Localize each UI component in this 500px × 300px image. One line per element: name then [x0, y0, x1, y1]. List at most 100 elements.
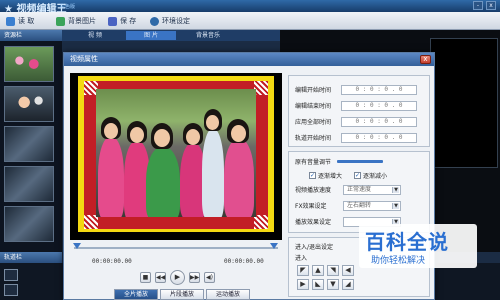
figure	[206, 115, 219, 130]
figure	[154, 129, 170, 147]
timing-row: 编辑开始时间 0 : 0 : 0 . 0	[295, 84, 425, 95]
timing-row: 应用全部时间 0 : 0 : 0 . 0	[295, 116, 425, 127]
total-time: 00:00:00.00	[224, 258, 264, 265]
figure	[231, 125, 246, 142]
speed-label: 视频播放速度	[295, 187, 332, 194]
arrow-up-icon[interactable]: ▲	[312, 265, 324, 276]
timeline-track	[74, 247, 278, 249]
env-settings-button[interactable]: 环境设定	[150, 15, 190, 27]
fast-forward-icon[interactable]: ▶▶	[189, 271, 200, 283]
filter-label: 播放效果设定	[295, 219, 332, 226]
bg-image-button[interactable]: 背景图片	[56, 15, 96, 27]
arrow-down-icon[interactable]: ▼	[327, 279, 339, 290]
film-icon[interactable]	[4, 284, 18, 296]
timing-label: 编辑结束时间	[295, 103, 332, 110]
resource-tabs: 视 频 图 片 背景音乐	[62, 30, 280, 41]
watermark-subtitle: 助你轻松解决	[371, 256, 426, 266]
main-preview-screen	[430, 38, 498, 168]
start-marker-handle[interactable]	[73, 243, 81, 249]
video-frame-image	[96, 89, 256, 217]
tab-segment-play[interactable]: 片段播放	[160, 289, 204, 300]
fx-select[interactable]: 左右翻转 ▼	[343, 200, 401, 211]
figure	[186, 129, 200, 145]
enter-exit-label: 进入/退出设定	[295, 244, 334, 251]
arrow-up-right-icon[interactable]: ◥	[327, 265, 339, 276]
fade-out-checkbox[interactable]: ✓	[354, 172, 362, 179]
timing-label: 应用全部时间	[295, 119, 332, 126]
save-button[interactable]: 保 存	[108, 15, 136, 27]
image-icon	[56, 16, 65, 26]
resource-thumbnail[interactable]	[4, 86, 54, 122]
fade-in-label: 逐渐增大	[318, 173, 343, 180]
minimize-button[interactable]: -	[473, 1, 483, 10]
watermark-title: 百科全说	[365, 230, 449, 254]
clock-icon[interactable]	[4, 269, 18, 281]
frame-ornament	[254, 215, 268, 229]
speed-row: 视频播放速度 正常速度 ▼	[295, 184, 401, 195]
dialog-close-button[interactable]: x	[420, 55, 431, 64]
resource-thumbnail[interactable]	[4, 46, 54, 82]
timeline-slider[interactable]	[73, 243, 278, 251]
tab-bg-music[interactable]: 背景音乐	[178, 31, 238, 40]
end-marker-handle[interactable]	[270, 243, 278, 249]
resource-thumbnail[interactable]	[4, 206, 54, 242]
app-logo-tag: 彩色版	[60, 4, 76, 10]
tab-image[interactable]: 图 片	[126, 31, 176, 40]
timing-input[interactable]: 0 : 0 : 0 . 0	[341, 116, 417, 127]
volume-slider[interactable]	[337, 160, 384, 163]
speed-select[interactable]: 正常速度 ▼	[343, 184, 401, 195]
main-toolbar: 读 取 背景图片 保 存 环境设定	[0, 12, 500, 30]
timing-label: 编辑开始时间	[295, 87, 332, 94]
volume-label: 原有音量调节	[295, 159, 332, 166]
gear-icon	[150, 16, 159, 26]
enter-exit-row: 进入/退出设定	[295, 241, 333, 252]
stop-icon[interactable]: ■	[140, 271, 151, 283]
timing-row: 轨道开始时间 0 : 0 : 0 . 0	[295, 132, 425, 143]
timing-input[interactable]: 0 : 0 : 0 . 0	[341, 84, 417, 95]
fade-row: ✓ 逐渐增大 ✓ 逐渐减小	[309, 170, 387, 181]
close-app-button[interactable]: x	[486, 1, 496, 10]
save-label: 保 存	[120, 17, 137, 25]
tab-motion-play[interactable]: 运动播放	[206, 289, 250, 300]
arrow-right-icon[interactable]: ▶	[297, 279, 309, 290]
resource-panel: 资源栏	[0, 30, 62, 252]
arrow-up-left-icon[interactable]: ◤	[297, 265, 309, 276]
fade-out-label: 逐渐减小	[363, 173, 388, 180]
play-icon[interactable]: ▶	[170, 269, 185, 285]
watermark-logo: 百科全说 助你轻松解决	[359, 224, 477, 268]
disk-icon	[108, 16, 117, 26]
resource-thumbnail[interactable]	[4, 126, 54, 162]
tab-video[interactable]: 视 频	[66, 31, 124, 40]
enter-row: 进入	[295, 252, 307, 263]
figure	[104, 123, 118, 139]
video-preview	[70, 73, 282, 240]
speed-value: 正常速度	[347, 185, 372, 193]
dialog-titlebar: 视频属性 x	[64, 53, 434, 66]
track-panel-header: 轨道栏	[0, 252, 62, 263]
playback-mode-tabs: 全片播放 片段播放 运动播放	[114, 289, 250, 300]
fx-row: FX效果设定 左右翻转 ▼	[295, 200, 401, 211]
timing-input[interactable]: 0 : 0 : 0 . 0	[341, 132, 417, 143]
fade-in-checkbox[interactable]: ✓	[309, 172, 316, 179]
arrow-down-left-icon[interactable]: ◣	[312, 279, 324, 290]
window-controls: - x	[473, 1, 496, 10]
folder-icon	[6, 16, 15, 26]
arrow-down-right-icon[interactable]: ◢	[342, 279, 354, 290]
playback-controls: ■ ◀◀ ▶ ▶▶ ◀)	[140, 269, 215, 285]
resource-thumbnail[interactable]	[4, 166, 54, 202]
timing-input[interactable]: 0 : 0 : 0 . 0	[341, 100, 417, 111]
tab-full-play[interactable]: 全片播放	[114, 289, 158, 300]
current-time: 00:00:00.00	[92, 258, 132, 265]
volume-row: 原有音量调节	[295, 156, 384, 167]
timing-label: 轨道开始时间	[295, 135, 332, 142]
figure	[224, 139, 254, 217]
figure	[130, 127, 144, 143]
read-button[interactable]: 读 取	[6, 15, 34, 27]
figure	[146, 147, 180, 217]
volume-icon[interactable]: ◀)	[204, 271, 215, 283]
frame-ornament	[84, 215, 98, 229]
arrow-left-icon[interactable]: ◀	[342, 265, 354, 276]
fx-value: 左右翻转	[347, 201, 372, 209]
timing-row: 编辑结束时间 0 : 0 : 0 . 0	[295, 100, 425, 111]
rewind-icon[interactable]: ◀◀	[155, 271, 166, 283]
